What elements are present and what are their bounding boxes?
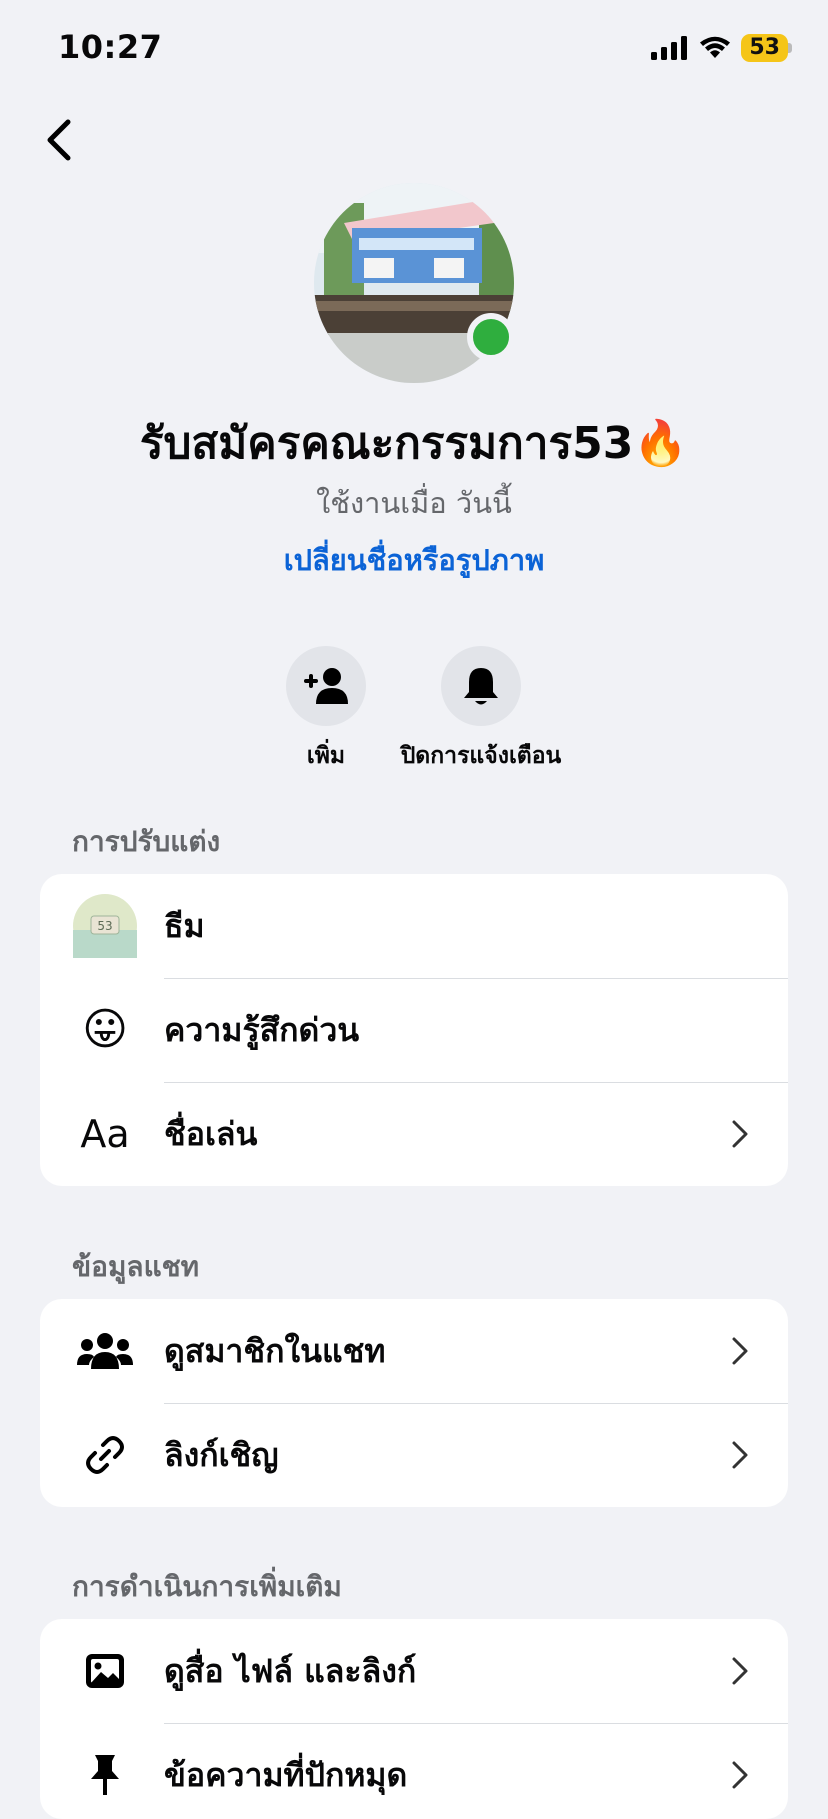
status-time: 10:27 (58, 28, 163, 66)
back-button[interactable] (40, 118, 80, 162)
row-divider (164, 1723, 788, 1724)
svg-text:53: 53 (97, 919, 112, 933)
section-title-customize: การปรับแต่ง (72, 825, 221, 858)
quick-reaction-row[interactable]: 😛 ความรู้สึกด่วน (40, 978, 788, 1082)
wifi-icon (700, 36, 731, 58)
chevron-right-icon (732, 1761, 748, 1789)
chat-info-card: ดูสมาชิกในแชท ลิงก์เชิญ (40, 1299, 788, 1507)
chevron-right-icon (732, 1337, 748, 1365)
pin-icon (91, 1755, 119, 1795)
group-avatar[interactable] (314, 183, 515, 383)
nicknames-row[interactable]: Aa ชื่อเล่น (40, 1082, 788, 1186)
section-title-chat-info: ข้อมูลแชท (72, 1250, 200, 1283)
view-members-label: ดูสมาชิกในแชท (164, 1331, 386, 1370)
emoji-tongue-icon: 😛 (82, 1004, 128, 1055)
view-media-label: ดูสื่อ ไฟล์ และลิงก์ (164, 1651, 417, 1690)
battery-indicator: 53 (741, 34, 788, 62)
quick-reaction-label: ความรู้สึกด่วน (164, 1010, 360, 1049)
group-name: รับสมัครคณะกรรมการ53🔥 (139, 418, 689, 469)
link-icon (86, 1436, 124, 1474)
view-members-row[interactable]: ดูสมาชิกในแชท (40, 1299, 788, 1403)
people-icon (77, 1333, 133, 1369)
row-divider (164, 1082, 788, 1083)
mute-circle (441, 646, 521, 726)
theme-label: ธีม (164, 906, 205, 945)
row-divider (164, 1403, 788, 1404)
add-member-label: เพิ่ม (306, 743, 346, 769)
change-name-photo-link[interactable]: เปลี่ยนชื่อหรือรูปภาพ (0, 537, 828, 583)
online-status-dot (467, 313, 515, 361)
add-member-circle (286, 646, 366, 726)
add-member-button[interactable]: เพิ่ม (266, 646, 386, 774)
chevron-right-icon (732, 1441, 748, 1469)
image-icon (86, 1654, 124, 1688)
chevron-left-icon (47, 119, 71, 161)
status-icons: 53 (651, 34, 792, 62)
more-actions-card: ดูสื่อ ไฟล์ และลิงก์ ข้อความที่ปักหมุด (40, 1619, 788, 1819)
customize-card: 53 ธีม 😛 ความรู้สึกด่วน Aa ชื่อเล่น (40, 874, 788, 1186)
signal-icon (651, 36, 688, 60)
theme-thumbnail: 53 (73, 894, 137, 958)
chevron-right-icon (732, 1120, 748, 1148)
bell-icon (464, 668, 498, 705)
theme-row[interactable]: 53 ธีม (40, 874, 788, 978)
add-person-icon (304, 668, 348, 704)
pinned-messages-label: ข้อความที่ปักหมุด (164, 1755, 408, 1794)
mute-notifications-button[interactable]: ปิดการแจ้งเตือน (381, 646, 581, 774)
last-active-text: ใช้งานเมื่อ วันนี้ (316, 486, 512, 520)
text-aa-icon: Aa (80, 1112, 130, 1156)
invite-link-row[interactable]: ลิงก์เชิญ (40, 1403, 788, 1507)
chevron-right-icon (732, 1657, 748, 1685)
battery-nub (788, 43, 792, 53)
view-media-row[interactable]: ดูสื่อ ไฟล์ และลิงก์ (40, 1619, 788, 1723)
section-title-more-actions: การดำเนินการเพิ่มเติม (72, 1570, 342, 1603)
invite-link-label: ลิงก์เชิญ (164, 1435, 279, 1474)
row-divider (164, 978, 788, 979)
nicknames-label: ชื่อเล่น (164, 1114, 258, 1153)
pinned-messages-row[interactable]: ข้อความที่ปักหมุด (40, 1723, 788, 1819)
mute-label: ปิดการแจ้งเตือน (400, 743, 562, 769)
